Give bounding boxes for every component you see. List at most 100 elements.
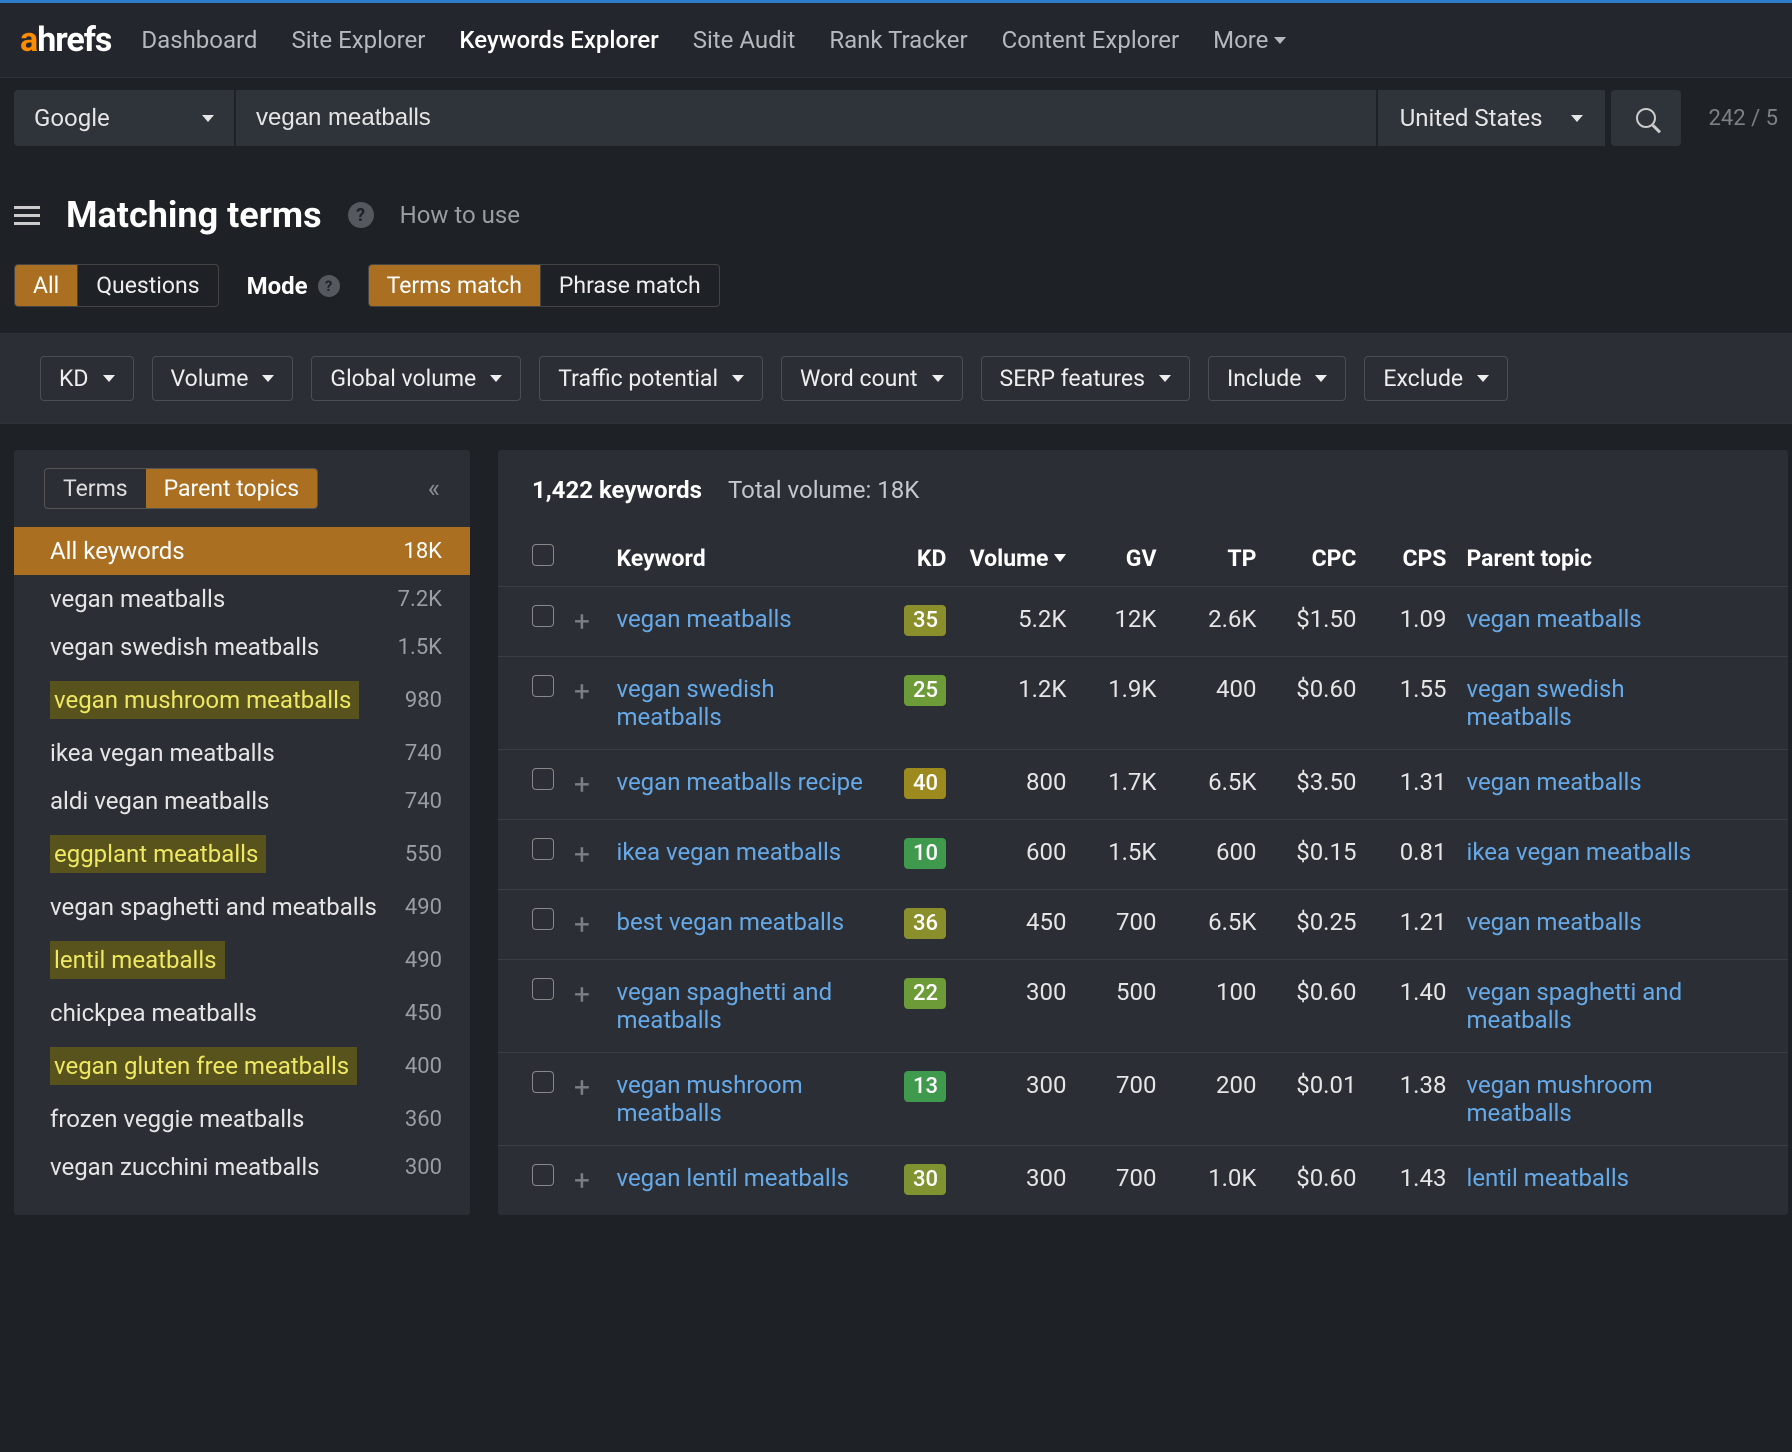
sidebar-item[interactable]: vegan swedish meatballs1.5K xyxy=(14,623,470,671)
sidebar-item[interactable]: chickpea meatballs450 xyxy=(14,989,470,1037)
segment-button[interactable]: All xyxy=(15,265,77,306)
expand-icon[interactable]: + xyxy=(574,838,590,871)
col-kd[interactable]: KD xyxy=(886,530,956,587)
help-icon[interactable]: ? xyxy=(348,202,374,228)
filter-button[interactable]: Traffic potential xyxy=(539,356,763,401)
parent-topic-link[interactable]: vegan spaghetti and meatballs xyxy=(1466,978,1726,1034)
col-cps[interactable]: CPS xyxy=(1366,530,1456,587)
expand-icon[interactable]: + xyxy=(574,978,590,1011)
keyword-input[interactable] xyxy=(236,90,1376,146)
filter-button[interactable]: Volume xyxy=(152,356,294,401)
row-checkbox[interactable] xyxy=(532,908,554,930)
expand-icon[interactable]: + xyxy=(574,605,590,638)
parent-topic-link[interactable]: ikea vegan meatballs xyxy=(1466,838,1691,866)
keyword-link[interactable]: vegan swedish meatballs xyxy=(616,675,876,731)
cell-volume: 450 xyxy=(956,890,1076,960)
parent-topic-link[interactable]: vegan mushroom meatballs xyxy=(1466,1071,1726,1127)
row-checkbox[interactable] xyxy=(532,675,554,697)
hamburger-icon[interactable] xyxy=(14,206,40,225)
sidebar-item[interactable]: frozen veggie meatballs360 xyxy=(14,1095,470,1143)
expand-icon[interactable]: + xyxy=(574,908,590,941)
sidebar-item[interactable]: ikea vegan meatballs740 xyxy=(14,729,470,777)
col-cpc[interactable]: CPC xyxy=(1266,530,1366,587)
nav-item[interactable]: Dashboard xyxy=(141,26,257,54)
help-link[interactable]: How to use xyxy=(400,201,520,229)
country-label: United States xyxy=(1400,104,1543,132)
select-all-checkbox[interactable] xyxy=(532,544,554,566)
sidebar-item-label: vegan spaghetti and meatballs xyxy=(50,893,377,921)
nav-item[interactable]: Content Explorer xyxy=(1002,26,1180,54)
parent-topic-link[interactable]: vegan meatballs xyxy=(1466,908,1641,936)
expand-icon[interactable]: + xyxy=(574,1164,590,1197)
nav-item[interactable]: Rank Tracker xyxy=(829,26,967,54)
row-checkbox[interactable] xyxy=(532,605,554,627)
cell-cpc: $0.60 xyxy=(1266,960,1366,1053)
filter-button[interactable]: KD xyxy=(40,356,134,401)
keyword-link[interactable]: vegan meatballs xyxy=(616,605,791,633)
row-checkbox[interactable] xyxy=(532,838,554,860)
keyword-link[interactable]: vegan mushroom meatballs xyxy=(616,1071,876,1127)
cell-gv: 500 xyxy=(1076,960,1166,1053)
search-button[interactable] xyxy=(1611,90,1681,146)
expand-icon[interactable]: + xyxy=(574,675,590,708)
keyword-link[interactable]: vegan meatballs recipe xyxy=(616,768,862,796)
parent-topic-link[interactable]: vegan swedish meatballs xyxy=(1466,675,1726,731)
sidebar-tab[interactable]: Parent topics xyxy=(146,469,317,508)
segment-button[interactable]: Terms match xyxy=(369,265,540,306)
chevron-down-icon xyxy=(1477,375,1489,382)
sidebar-item-label: vegan zucchini meatballs xyxy=(50,1153,320,1181)
nav-item[interactable]: Keywords Explorer xyxy=(459,26,658,54)
help-icon[interactable]: ? xyxy=(318,275,340,297)
sidebar-item[interactable]: vegan spaghetti and meatballs490 xyxy=(14,883,470,931)
sidebar-item[interactable]: aldi vegan meatballs740 xyxy=(14,777,470,825)
col-parent[interactable]: Parent topic xyxy=(1456,530,1788,587)
nav-more[interactable]: More xyxy=(1213,26,1286,54)
sidebar-item[interactable]: lentil meatballs490 xyxy=(14,931,470,989)
country-select[interactable]: United States xyxy=(1378,90,1605,146)
sort-desc-icon xyxy=(1054,554,1066,562)
logo[interactable]: ahrefs xyxy=(20,20,111,60)
row-checkbox[interactable] xyxy=(532,978,554,1000)
keyword-link[interactable]: vegan spaghetti and meatballs xyxy=(616,978,876,1034)
engine-select[interactable]: Google xyxy=(14,90,234,146)
kd-badge: 30 xyxy=(904,1164,946,1195)
expand-icon[interactable]: + xyxy=(574,768,590,801)
filter-button[interactable]: Include xyxy=(1208,356,1346,401)
row-checkbox[interactable] xyxy=(532,768,554,790)
sidebar-item-count: 400 xyxy=(405,1054,442,1079)
sidebar-item[interactable]: eggplant meatballs550 xyxy=(14,825,470,883)
sidebar-item[interactable]: vegan gluten free meatballs400 xyxy=(14,1037,470,1095)
collapse-icon[interactable]: « xyxy=(428,474,440,504)
sidebar-item[interactable]: vegan mushroom meatballs980 xyxy=(14,671,470,729)
keyword-link[interactable]: vegan lentil meatballs xyxy=(616,1164,849,1192)
filter-button[interactable]: SERP features xyxy=(981,356,1190,401)
table-row: +best vegan meatballs364507006.5K$0.251.… xyxy=(498,890,1788,960)
expand-icon[interactable]: + xyxy=(574,1071,590,1104)
parent-topic-link[interactable]: vegan meatballs xyxy=(1466,605,1641,633)
keyword-link[interactable]: ikea vegan meatballs xyxy=(616,838,841,866)
filter-button[interactable]: Global volume xyxy=(311,356,521,401)
parent-topic-link[interactable]: vegan meatballs xyxy=(1466,768,1641,796)
filter-bar: KD Volume Global volume Traffic potential Wo… xyxy=(0,333,1792,424)
col-keyword[interactable]: Keyword xyxy=(606,530,886,587)
sidebar-tab[interactable]: Terms xyxy=(45,469,146,508)
nav-item[interactable]: Site Audit xyxy=(693,26,796,54)
segment-button[interactable]: Questions xyxy=(77,265,217,306)
parent-topic-link[interactable]: lentil meatballs xyxy=(1466,1164,1629,1192)
filter-button[interactable]: Word count xyxy=(781,356,963,401)
sidebar-item[interactable]: vegan zucchini meatballs 300 xyxy=(14,1143,470,1191)
cell-volume: 5.2K xyxy=(956,587,1076,657)
row-checkbox[interactable] xyxy=(532,1071,554,1093)
col-tp[interactable]: TP xyxy=(1166,530,1266,587)
keyword-link[interactable]: best vegan meatballs xyxy=(616,908,844,936)
col-gv[interactable]: GV xyxy=(1076,530,1166,587)
row-checkbox[interactable] xyxy=(532,1164,554,1186)
sidebar-item[interactable]: vegan meatballs7.2K xyxy=(14,575,470,623)
segment-button[interactable]: Phrase match xyxy=(540,265,719,306)
filter-button[interactable]: Exclude xyxy=(1364,356,1508,401)
nav-item[interactable]: Site Explorer xyxy=(291,26,425,54)
cell-cps: 1.31 xyxy=(1366,750,1456,820)
col-volume[interactable]: Volume xyxy=(956,530,1076,587)
sidebar-item[interactable]: All keywords18K xyxy=(14,527,470,575)
sidebar-item-count: 300 xyxy=(405,1155,442,1180)
